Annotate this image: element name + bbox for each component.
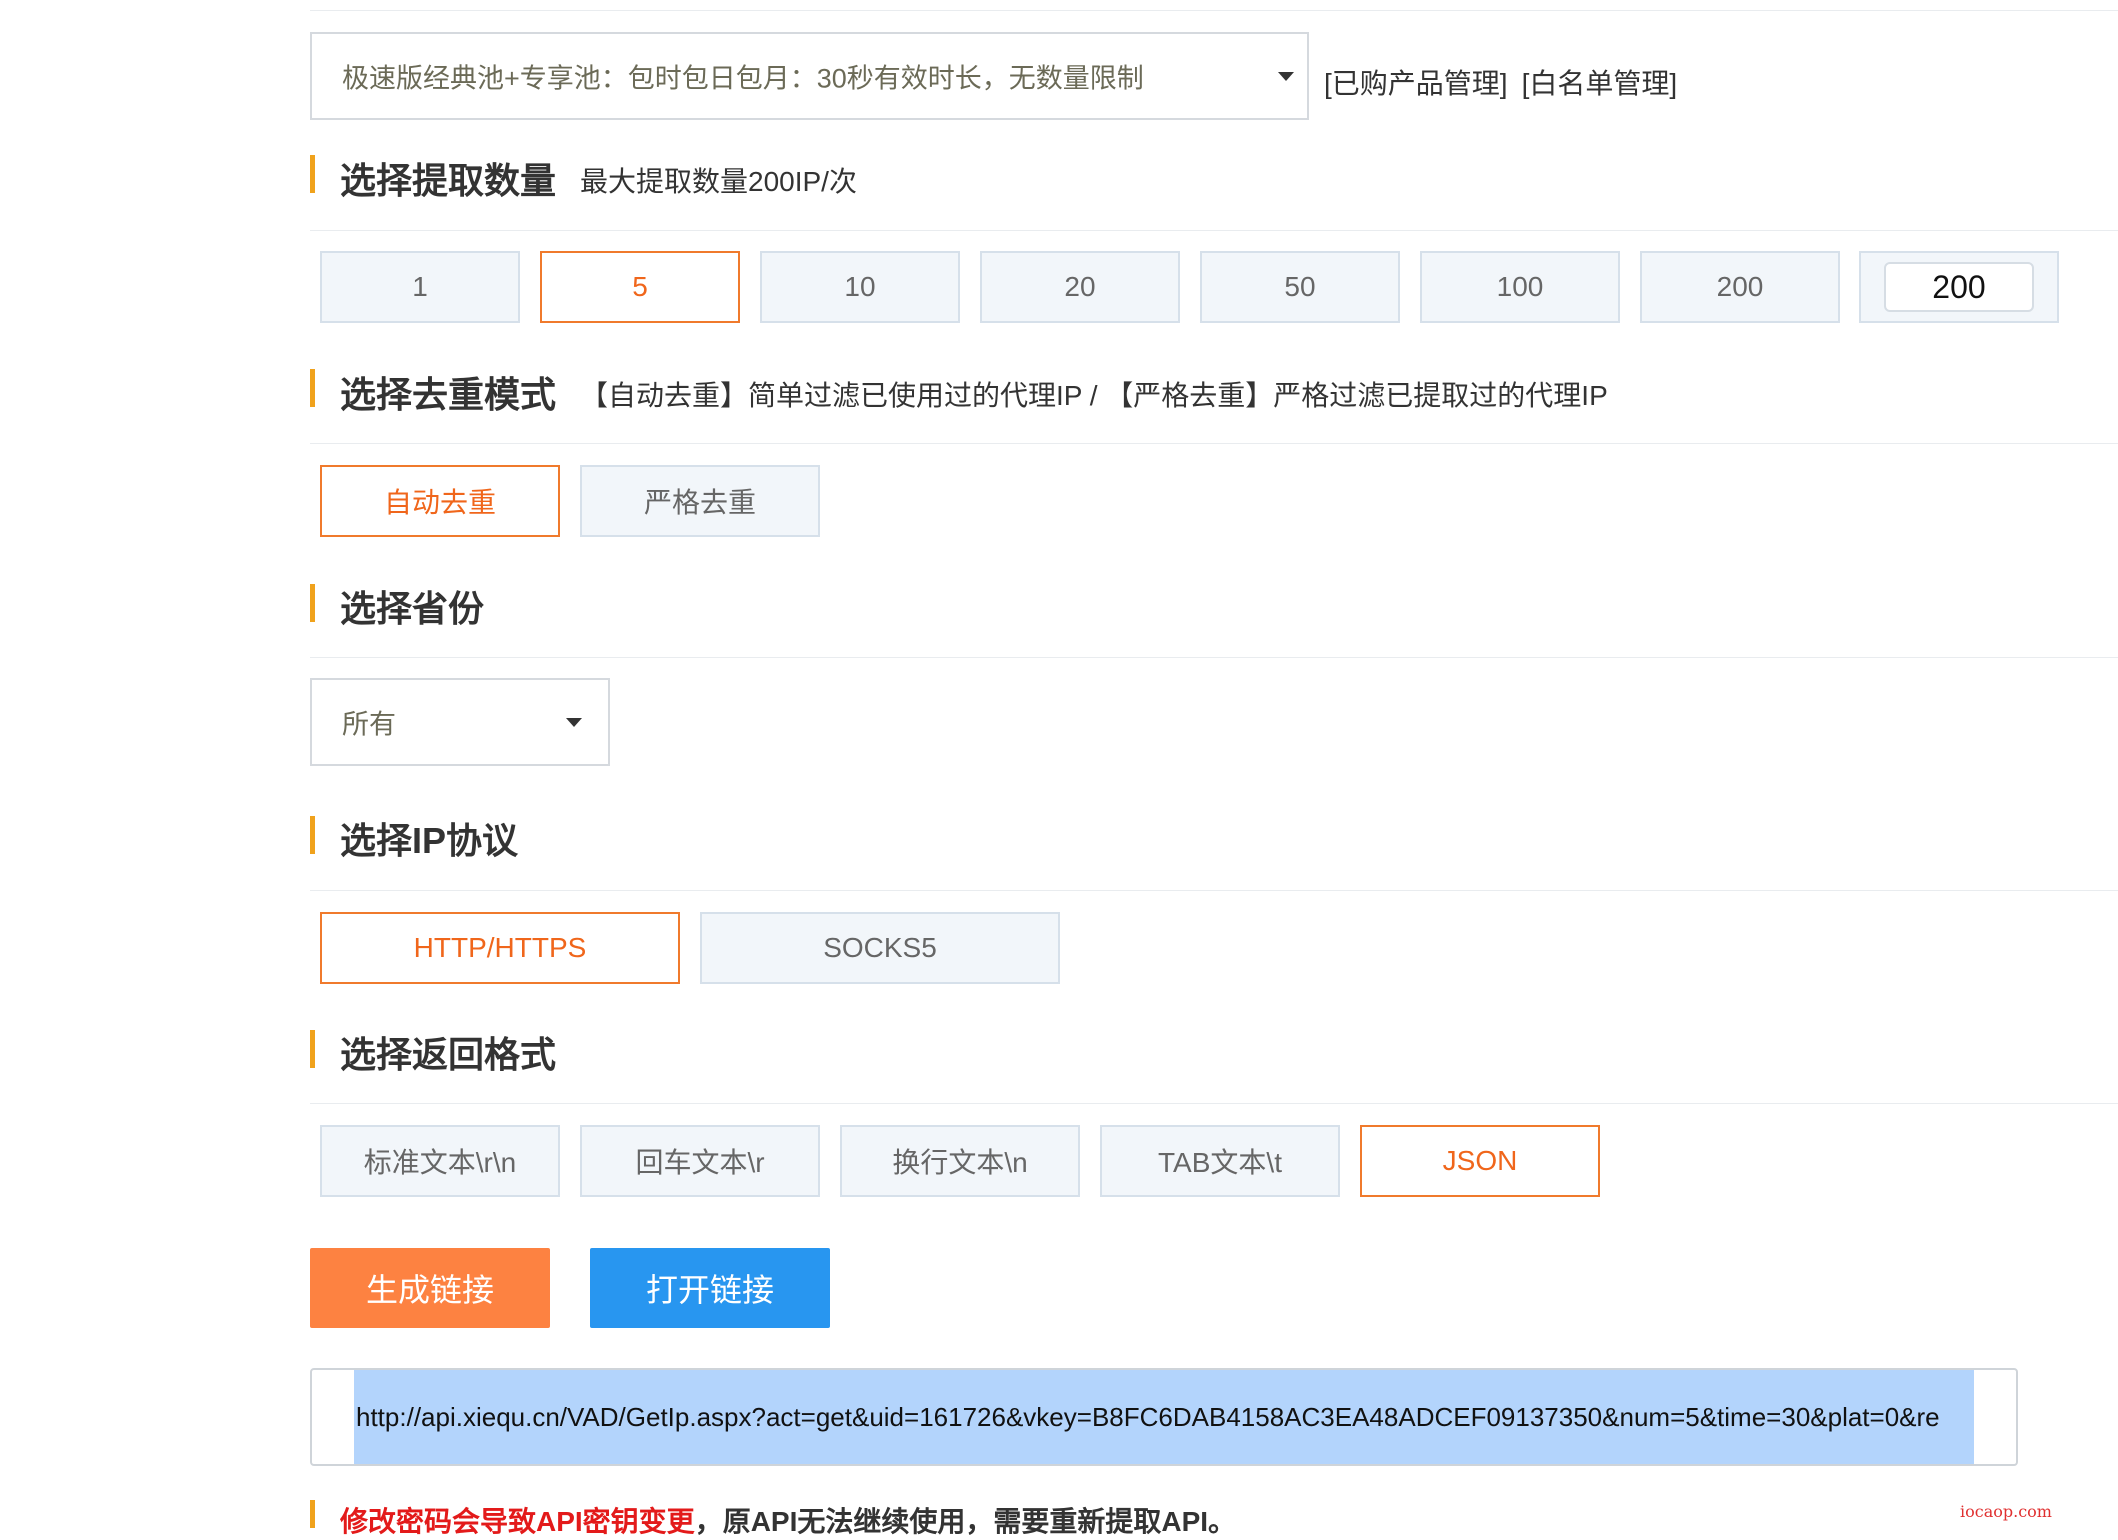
- quantity-option-6[interactable]: 200: [1640, 251, 1840, 323]
- divider: [310, 230, 2118, 231]
- section-accent-bar: [310, 816, 315, 854]
- province-title: 选择省份: [340, 588, 485, 629]
- purchased-products-link[interactable]: [已购产品管理]: [1324, 68, 1508, 99]
- open-link-button[interactable]: 打开链接: [590, 1248, 830, 1328]
- divider: [310, 443, 2118, 444]
- generated-link-field[interactable]: http://api.xiequ.cn/VAD/GetIp.aspx?act=g…: [310, 1368, 2018, 1466]
- protocol-option-1[interactable]: SOCKS5: [700, 912, 1060, 984]
- chevron-down-icon: [566, 718, 582, 727]
- protocol-title: 选择IP协议: [340, 820, 519, 861]
- format-option-2[interactable]: 换行文本\n: [840, 1125, 1080, 1197]
- dedup-option-0[interactable]: 自动去重: [320, 465, 560, 537]
- product-select-value: 极速版经典池+专享池：包时包日包月：30秒有效时长，无数量限制: [342, 63, 1144, 94]
- quantity-option-2[interactable]: 10: [760, 251, 960, 323]
- quantity-option-3[interactable]: 20: [980, 251, 1180, 323]
- format-title: 选择返回格式: [340, 1034, 557, 1075]
- format-option-1[interactable]: 回车文本\r: [580, 1125, 820, 1197]
- watermark: iocaop.com: [1960, 1502, 2052, 1521]
- quantity-title: 选择提取数量: [340, 160, 557, 201]
- quantity-desc: 最大提取数量200IP/次: [580, 166, 857, 197]
- top-divider: [310, 10, 2118, 11]
- top-links: [已购产品管理] [白名单管理]: [1324, 62, 1691, 102]
- dedup-option-1[interactable]: 严格去重: [580, 465, 820, 537]
- section-accent-bar: [310, 1030, 315, 1068]
- format-option-4[interactable]: JSON: [1360, 1125, 1600, 1197]
- section-accent-bar: [310, 155, 315, 193]
- whitelist-link[interactable]: [白名单管理]: [1522, 68, 1678, 99]
- quantity-custom-cell: [1859, 251, 2059, 323]
- quantity-option-5[interactable]: 100: [1420, 251, 1620, 323]
- dedup-title: 选择去重模式: [340, 374, 557, 415]
- password-warning: 修改密码会导致API密钥变更，原API无法继续使用，需要重新提取API。: [340, 1500, 1236, 1540]
- section-accent-bar: [310, 1500, 315, 1528]
- divider: [310, 1103, 2118, 1104]
- section-accent-bar: [310, 584, 315, 622]
- divider: [310, 890, 2118, 891]
- dedup-desc: 【自动去重】简单过滤已使用过的代理IP / 【严格去重】严格过滤已提取过的代理I…: [580, 380, 1608, 411]
- protocol-option-0[interactable]: HTTP/HTTPS: [320, 912, 680, 984]
- province-select-value: 所有: [342, 709, 396, 740]
- generated-link-text: http://api.xiequ.cn/VAD/GetIp.aspx?act=g…: [356, 1402, 1940, 1432]
- quantity-option-0[interactable]: 1: [320, 251, 520, 323]
- generate-link-button[interactable]: 生成链接: [310, 1248, 550, 1328]
- product-select[interactable]: 极速版经典池+专享池：包时包日包月：30秒有效时长，无数量限制: [310, 32, 1309, 120]
- section-accent-bar: [310, 369, 315, 407]
- format-option-0[interactable]: 标准文本\r\n: [320, 1125, 560, 1197]
- chevron-down-icon: [1278, 72, 1294, 81]
- province-select[interactable]: 所有: [310, 678, 610, 766]
- warning-red-text: 修改密码会导致API密钥变更: [340, 1506, 695, 1537]
- quantity-custom-input[interactable]: [1884, 262, 2034, 312]
- quantity-option-4[interactable]: 50: [1200, 251, 1400, 323]
- quantity-option-1[interactable]: 5: [540, 251, 740, 323]
- divider: [310, 657, 2118, 658]
- format-option-3[interactable]: TAB文本\t: [1100, 1125, 1340, 1197]
- warning-rest-text: ，原API无法继续使用，需要重新提取API。: [694, 1506, 1237, 1537]
